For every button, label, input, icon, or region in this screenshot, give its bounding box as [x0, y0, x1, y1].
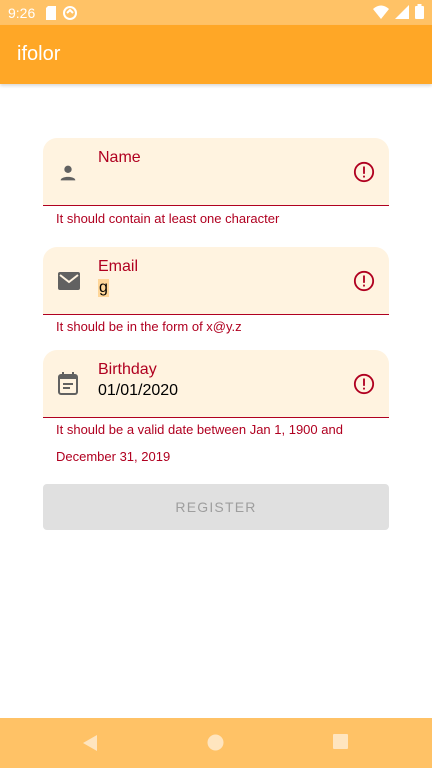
sync-icon	[63, 5, 78, 20]
birthday-input[interactable]: 01/01/2020	[98, 382, 178, 400]
home-icon[interactable]	[207, 734, 224, 751]
app-bar: ifolor	[0, 25, 432, 84]
back-icon[interactable]	[82, 734, 98, 752]
error-icon	[353, 161, 375, 183]
birthday-error-text: It should be a valid date between Jan 1,…	[56, 422, 343, 464]
email-input[interactable]: g	[98, 279, 109, 297]
calendar-icon	[58, 372, 78, 395]
error-icon	[353, 270, 375, 292]
mail-icon	[58, 272, 80, 290]
birthday-field[interactable]: Birthday 01/01/2020	[43, 350, 389, 418]
navigation-bar	[0, 718, 432, 768]
birthday-label: Birthday	[98, 361, 157, 378]
person-icon	[60, 165, 76, 181]
sd-card-icon	[46, 5, 57, 20]
name-field[interactable]: Name	[43, 138, 389, 206]
signal-icon	[395, 4, 409, 19]
error-icon	[353, 373, 375, 395]
email-label: Email	[98, 258, 139, 275]
name-error-text: It should contain at least one character	[56, 211, 280, 226]
app-title: ifolor	[17, 43, 61, 65]
status-time: 9:26	[8, 4, 36, 21]
wifi-icon	[373, 5, 389, 19]
status-bar: 9:26	[0, 0, 432, 25]
name-label: Name	[98, 149, 141, 166]
register-button[interactable]: REGISTER	[43, 484, 389, 530]
email-error-text: It should be in the form of x@y.z	[56, 319, 242, 334]
email-field[interactable]: Email g	[43, 247, 389, 315]
battery-icon	[415, 4, 424, 19]
recents-icon[interactable]	[333, 734, 348, 749]
